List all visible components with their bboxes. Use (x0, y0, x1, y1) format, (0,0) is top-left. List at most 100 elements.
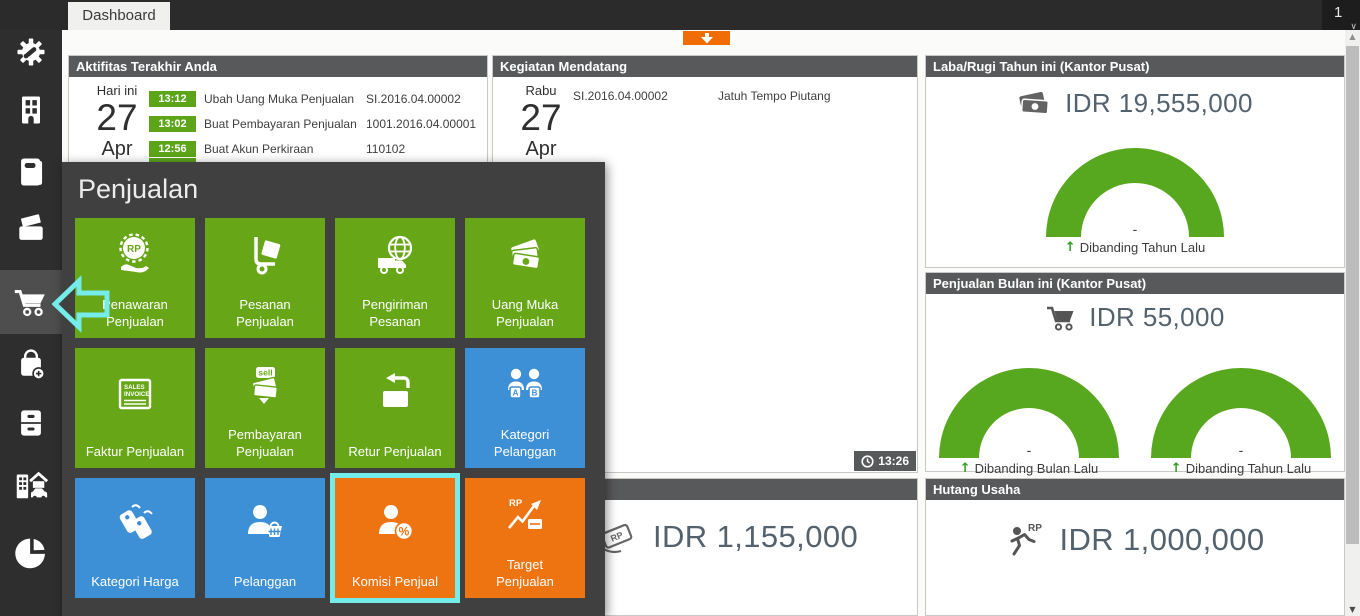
profit-loss-value: IDR 19,555,000 (1065, 88, 1253, 118)
salesman-percent-icon: % (379, 505, 414, 541)
sidebar-item-cash-bank[interactable] (0, 208, 62, 252)
gauge-value: - (1238, 442, 1244, 458)
date-day: 27 (96, 97, 138, 138)
up-arrow-icon: ↑ (1064, 240, 1076, 255)
tile-label: Pembayaran Penjualan (228, 427, 302, 460)
sidebar-item-company[interactable] (0, 88, 62, 132)
panel-profit-loss: Laba/Rugi Tahun ini (Kantor Pusat) IDR 1… (925, 55, 1345, 268)
tile-pelanggan[interactable]: Pelanggan (205, 478, 325, 598)
payables-value: IDR 1,000,000 (1059, 522, 1265, 557)
time-badge-value: 13:26 (878, 454, 909, 468)
pie-chart-icon (15, 538, 45, 569)
tutorial-arrow-highlight (52, 275, 110, 333)
tab-dashboard[interactable]: Dashboard (68, 2, 170, 30)
tile-retur-penjualan[interactable]: Retur Penjualan (335, 348, 455, 468)
tile-pesanan-penjualan[interactable]: Pesanan Penjualan (205, 218, 325, 338)
monthly-sales-gauge: - (1151, 368, 1331, 458)
svg-text:RP: RP (509, 498, 523, 509)
gauge-value: - (1132, 221, 1138, 237)
sidebar-item-reports[interactable] (0, 531, 62, 575)
activity-row[interactable]: 13:12 Ubah Uang Muka Penjualan SI.2016.0… (149, 86, 481, 111)
window-count-badge[interactable]: 1 ∨ (1322, 0, 1360, 32)
tile-label: Kategori Harga (91, 574, 179, 590)
panel-header: Kegiatan Mendatang (493, 56, 917, 77)
date-month: Apr (525, 138, 557, 160)
tile-target-penjualan[interactable]: RP Target Penjualan (465, 478, 585, 598)
panel-header: Laba/Rugi Tahun ini (Kantor Pusat) (926, 56, 1344, 77)
panel-header: Hutang Usaha (926, 479, 1344, 500)
scroll-thumb[interactable] (1346, 46, 1359, 544)
sales-invoice-icon: SALES INVOICE (118, 378, 152, 410)
activity-row[interactable]: 13:02 Buat Pembayaran Penjualan 1001.201… (149, 111, 481, 136)
activity-ref: SI.2016.04.00002 (366, 91, 461, 106)
shopping-cart-icon (14, 290, 45, 317)
dashboard-pulldown-button[interactable] (683, 31, 730, 45)
activity-time-chip: 13:12 (149, 90, 196, 107)
sidebar-item-inventory[interactable] (0, 401, 62, 445)
event-desc: Jatuh Tempo Piutang (718, 89, 831, 103)
clock-icon (861, 454, 874, 468)
tile-pembayaran-penjualan[interactable]: sell Pembayaran Penjualan (205, 348, 325, 468)
tile-kategori-harga[interactable]: Kategori Harga (75, 478, 195, 598)
tile-faktur-penjualan[interactable]: SALES INVOICE Faktur Penjualan (75, 348, 195, 468)
wallet-cash-icon (19, 213, 43, 240)
activity-row[interactable]: 12:56 Buat Akun Perkiraan 110102 (149, 136, 481, 161)
tile-label: Kategori Pelanggan (493, 427, 557, 460)
customer-category-icon: A B (508, 368, 542, 399)
customer-basket-icon (248, 505, 282, 537)
rp-badge-hand-icon: RP (119, 233, 149, 273)
return-box-icon (383, 373, 410, 407)
flyout-title: Penjualan (78, 174, 199, 204)
panel-header: Penjualan Bulan ini (Kantor Pusat) (926, 273, 1344, 294)
tile-label: Pesanan Penjualan (236, 297, 294, 330)
activity-action: Buat Akun Perkiraan (204, 141, 314, 156)
sales-flyout-menu: Penjualan RP Penawaran Penjualan Pesanan… (62, 162, 605, 616)
top-bar: Dashboard 1 ∨ (0, 0, 1360, 32)
shopping-bag-plus-icon (21, 349, 46, 380)
tile-label: Retur Penjualan (348, 444, 442, 460)
activity-ref: 110102 (366, 141, 406, 156)
sales-target-icon: RP (507, 498, 542, 529)
activity-ref: 1001.2016.04.00001 (366, 116, 477, 131)
scroll-down-arrow[interactable]: ▼ (1345, 605, 1360, 614)
event-date: Rabu 27 Apr (511, 83, 571, 160)
tile-label: Faktur Penjualan (85, 444, 185, 460)
banknotes-icon (1019, 91, 1050, 115)
gauge-caption: Dibanding Tahun Lalu (1185, 461, 1312, 476)
gauge-caption: Dibanding Tahun Lalu (1079, 240, 1206, 255)
payable-runner-icon: RP (1010, 523, 1043, 556)
up-arrow-icon: ↑ (1170, 461, 1182, 476)
panel-header: Aktifitas Terakhir Anda (69, 56, 487, 77)
sidebar-item-general-ledger[interactable] (0, 150, 62, 194)
tile-komisi-penjual[interactable]: % Komisi Penjual (335, 478, 455, 598)
app-window: Dashboard 1 ∨ Aktifitas Terakhir Anda Ha… (0, 0, 1360, 616)
profit-loss-gauge: - (1046, 148, 1224, 237)
gear-wrench-icon (17, 38, 45, 66)
activity-action: Buat Pembayaran Penjualan (204, 116, 357, 131)
tile-kategori-pelanggan[interactable]: A B Kategori Pelanggan (465, 348, 585, 468)
svg-text:SALES: SALES (124, 384, 145, 391)
sidebar-item-fixed-assets[interactable] (0, 463, 62, 507)
activity-time-chip: 13:02 (149, 115, 196, 132)
down-arrow-icon (700, 32, 713, 43)
sell-tag-icon: sell (251, 367, 279, 404)
vertical-scrollbar: ▲ ▼ (1345, 30, 1360, 616)
tile-pengiriman-pesanan[interactable]: Pengiriman Pesanan (335, 218, 455, 338)
tile-label: Pelanggan (233, 574, 297, 590)
svg-text:sell: sell (258, 368, 272, 378)
event-row[interactable]: SI.2016.04.00002 Jatuh Tempo Piutang (573, 89, 831, 103)
scroll-up-arrow[interactable]: ▲ (1345, 32, 1360, 41)
date-label: Rabu (525, 83, 557, 98)
svg-text:%: % (399, 525, 410, 539)
sidebar-item-purchases[interactable] (0, 343, 62, 387)
panel-monthly-sales: Penjualan Bulan ini (Kantor Pusat) IDR 5… (925, 272, 1345, 476)
tile-label: Target Penjualan (496, 557, 554, 590)
sidebar-item-settings[interactable] (0, 30, 62, 74)
panel-payables: Hutang Usaha RP IDR 1,000,000 (925, 478, 1345, 616)
tile-label: Komisi Penjual (352, 574, 438, 590)
tile-uang-muka-penjualan[interactable]: Uang Muka Penjualan (465, 218, 585, 338)
globe-truck-icon (378, 235, 413, 274)
date-day: 27 (520, 97, 562, 138)
cart-icon (1047, 306, 1074, 331)
activity-time-chip: 12:56 (149, 140, 196, 157)
